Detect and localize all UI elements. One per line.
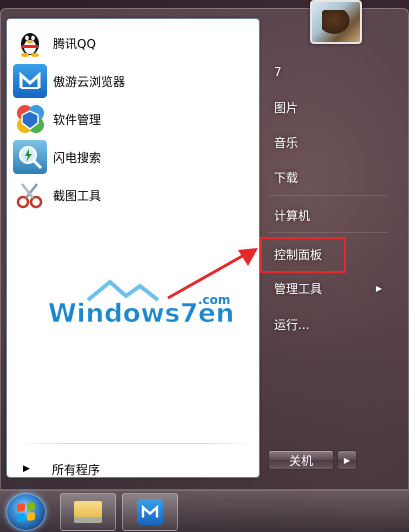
program-label: 傲游云浏览器 xyxy=(53,74,126,89)
divider xyxy=(268,195,388,196)
right-item-pictures[interactable]: 图片 xyxy=(262,93,382,121)
triangle-right-icon: ▶ xyxy=(23,464,30,474)
start-button[interactable] xyxy=(6,493,46,531)
program-item-qq[interactable]: 腾讯QQ xyxy=(13,25,253,61)
folder-icon xyxy=(74,501,102,523)
maxthon-icon xyxy=(13,64,47,98)
program-label: 软件管理 xyxy=(53,112,102,127)
right-item-admin-tools[interactable]: 管理工具 ▶ xyxy=(262,274,382,302)
qq-penguin-icon xyxy=(13,26,47,60)
program-item-snipping-tool[interactable]: 截图工具 xyxy=(13,177,253,213)
windows-flag-icon xyxy=(17,502,35,522)
divider xyxy=(17,443,253,444)
program-label: 截图工具 xyxy=(53,188,102,203)
right-item-downloads[interactable]: 下载 xyxy=(262,163,382,191)
right-item-label: 下载 xyxy=(274,170,299,185)
right-item-label: 7 xyxy=(274,65,282,79)
shutdown-button[interactable]: 关机 xyxy=(268,450,334,470)
right-item-label: 运行... xyxy=(274,317,310,332)
right-item-label: 计算机 xyxy=(274,208,311,223)
program-item-maxthon[interactable]: 傲游云浏览器 xyxy=(13,63,253,99)
program-item-software-manager[interactable]: 软件管理 xyxy=(13,101,253,137)
lightning-search-icon xyxy=(13,140,47,174)
annotation-arrow-icon xyxy=(167,248,258,300)
all-programs-label: 所有程序 xyxy=(51,462,100,477)
shutdown-options-button[interactable]: ▶ xyxy=(337,450,357,470)
divider xyxy=(268,232,388,233)
taskbar-explorer-button[interactable] xyxy=(60,493,116,531)
program-label: 腾讯QQ xyxy=(53,36,96,51)
right-item-user[interactable]: 7 xyxy=(262,58,382,86)
triangle-right-icon: ▶ xyxy=(343,455,351,465)
snipping-tool-icon xyxy=(13,178,47,212)
taskbar-maxthon-button[interactable] xyxy=(122,493,178,531)
right-item-label: 管理工具 xyxy=(274,281,323,296)
right-item-label: 音乐 xyxy=(274,135,299,150)
right-item-music[interactable]: 音乐 xyxy=(262,128,382,156)
program-label: 闪电搜索 xyxy=(53,150,102,165)
highlight-box xyxy=(260,237,346,273)
shutdown-label: 关机 xyxy=(288,453,313,468)
right-item-computer[interactable]: 计算机 xyxy=(262,201,382,229)
program-item-lightning-search[interactable]: 闪电搜索 xyxy=(13,139,253,175)
maxthon-icon xyxy=(137,499,163,525)
eagle-avatar-icon xyxy=(322,10,352,36)
all-programs-button[interactable]: ▶ 所有程序 xyxy=(17,459,253,479)
right-item-label: 图片 xyxy=(274,100,299,115)
triangle-right-icon: ▶ xyxy=(375,283,382,293)
right-item-run[interactable]: 运行... xyxy=(262,310,382,338)
user-avatar[interactable] xyxy=(310,0,362,44)
software-manager-icon xyxy=(13,102,47,136)
